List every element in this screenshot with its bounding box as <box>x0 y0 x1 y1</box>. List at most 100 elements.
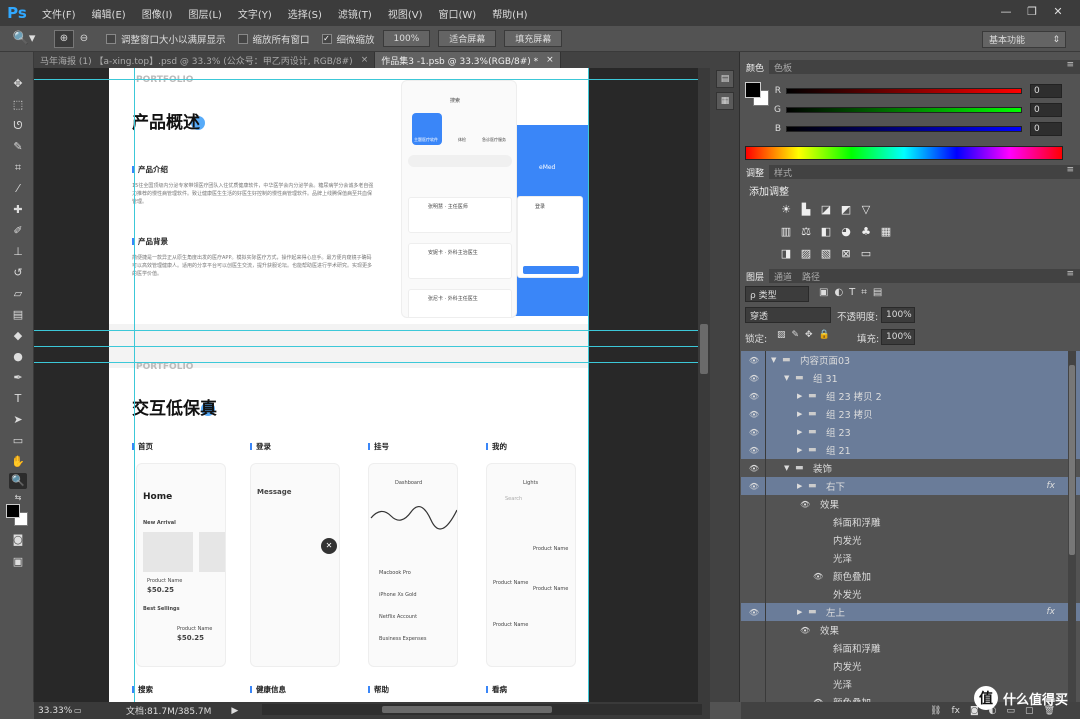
menu-item[interactable]: 滤镜(T) <box>330 6 380 21</box>
zoom-tool-preset-icon[interactable]: 🔍▾ <box>0 31 48 46</box>
gradient-map-icon[interactable]: ▭ <box>859 247 873 261</box>
green-slider[interactable]: G 0 <box>746 101 1076 119</box>
minimize-button[interactable]: — <box>994 0 1018 22</box>
visibility-eye-icon[interactable]: 👁 <box>747 428 761 437</box>
red-slider[interactable]: R 0 <box>746 82 1076 100</box>
close-icon[interactable]: × <box>546 55 554 65</box>
chevron-down-icon[interactable]: ▼ <box>784 464 789 472</box>
restore-button[interactable]: ❐ <box>1020 0 1044 22</box>
color-spectrum[interactable] <box>745 146 1063 160</box>
fill-input[interactable]: 100% <box>881 329 915 345</box>
menu-item[interactable]: 图层(L) <box>180 6 229 21</box>
chevron-right-icon[interactable]: ▶ <box>797 482 802 490</box>
link-layers-icon[interactable]: ⛓ <box>930 706 941 716</box>
type-tool-icon[interactable]: T <box>9 391 27 407</box>
tab-portfolio[interactable]: 作品集3 -1.psb @ 33.3%(RGB/8#) * × <box>375 52 561 68</box>
tab-poster[interactable]: 马年海报 (1) 【a-xing.top】.psd @ 33.3% (公众号：甲… <box>34 52 376 68</box>
pen-tool-icon[interactable]: ✒ <box>9 370 27 386</box>
layer-effect-row[interactable]: 光泽 <box>741 549 1080 567</box>
levels-icon[interactable]: ▙ <box>799 203 813 217</box>
brush-tool-icon[interactable]: ✐ <box>9 223 27 239</box>
fit-screen-button[interactable]: 适合屏幕 <box>438 30 497 47</box>
effect-eye-icon[interactable]: 👁 <box>800 626 810 635</box>
visibility-eye-icon[interactable]: 👁 <box>747 446 761 455</box>
chevron-down-icon[interactable]: ▼ <box>784 374 789 382</box>
filter-type-icons[interactable]: ▣◐T⌗▤ <box>819 287 888 298</box>
opacity-input[interactable]: 100% <box>881 307 915 323</box>
tab-paths[interactable]: 路径 <box>797 269 825 283</box>
invert-icon[interactable]: ◨ <box>779 247 793 261</box>
visibility-eye-icon[interactable]: 👁 <box>747 482 761 491</box>
lasso-tool-icon[interactable]: ᘎ <box>9 118 27 134</box>
layer-row[interactable]: 👁 ▶ ▬ 左上 fx <box>741 603 1080 621</box>
effect-eye-icon[interactable]: 👁 <box>813 572 823 581</box>
layer-effect-row[interactable]: 👁 效果 <box>741 495 1080 513</box>
photo-filter-icon[interactable]: ◕ <box>839 225 853 239</box>
canvas-area[interactable]: PORTFOLIO 产品概述 产品介绍 15往全国顶级内分泌专家带领医疗团队入住… <box>34 68 698 702</box>
menu-item[interactable]: 选择(S) <box>280 6 330 21</box>
panel-menu-icon[interactable]: ≡ <box>1066 269 1074 279</box>
path-select-tool-icon[interactable]: ➤ <box>9 412 27 428</box>
blur-tool-icon[interactable]: ◆ <box>9 328 27 344</box>
screen-mode-icon[interactable]: ▣ <box>9 554 27 570</box>
effect-eye-icon[interactable]: 👁 <box>800 500 810 509</box>
layer-row[interactable]: 👁 ▶ ▬ 组 23 拷贝 <box>741 405 1080 423</box>
menu-item[interactable]: 编辑(E) <box>84 6 134 21</box>
marquee-tool-icon[interactable]: ⬚ <box>9 97 27 113</box>
chevron-right-icon[interactable]: ▶ <box>797 428 802 436</box>
layer-effect-row[interactable]: 👁 效果 <box>741 621 1080 639</box>
green-value[interactable]: 0 <box>1030 103 1062 117</box>
menu-item[interactable]: 文字(Y) <box>230 6 280 21</box>
chevron-right-icon[interactable]: ▶ <box>797 392 802 400</box>
posterize-icon[interactable]: ▨ <box>799 247 813 261</box>
layer-effect-row[interactable]: 内发光 <box>741 531 1080 549</box>
scroll-thumb[interactable] <box>700 324 708 374</box>
exposure-icon[interactable]: ◩ <box>839 203 853 217</box>
zoom-out-icon[interactable]: ⊖ <box>74 30 94 48</box>
layer-effect-row[interactable]: 内发光 <box>741 657 1080 675</box>
eyedropper-tool-icon[interactable]: ⁄ <box>9 181 27 197</box>
zoom-in-icon[interactable]: ⊕ <box>54 29 74 48</box>
workspace-select[interactable]: 基本功能 ⇕ <box>982 31 1066 48</box>
layer-row[interactable]: 👁 ▶ ▬ 右下 fx <box>741 477 1080 495</box>
brightness-icon[interactable]: ☀ <box>779 203 793 217</box>
dodge-tool-icon[interactable]: ● <box>9 349 27 365</box>
blue-value[interactable]: 0 <box>1030 122 1062 136</box>
tab-layers[interactable]: 图层 <box>741 269 770 283</box>
resize-windows-checkbox[interactable]: 调整窗口大小以满屏显示 <box>106 32 226 46</box>
curves-icon[interactable]: ◪ <box>819 203 833 217</box>
fg-color-swatch[interactable] <box>745 82 761 98</box>
document-canvas[interactable]: PORTFOLIO 产品概述 产品介绍 15往全国顶级内分泌专家带领医疗团队入住… <box>109 68 589 702</box>
menu-item[interactable]: 窗口(W) <box>430 6 484 21</box>
layer-row[interactable]: 👁 ▶ ▬ 组 23 <box>741 423 1080 441</box>
layer-filter-select[interactable]: ρ 类型 <box>745 286 809 302</box>
blue-slider[interactable]: B 0 <box>746 120 1076 138</box>
tab-swatches[interactable]: 色板 <box>769 60 797 74</box>
clone-stamp-tool-icon[interactable]: ⊥ <box>9 244 27 260</box>
chevron-right-icon[interactable]: ▶ <box>797 446 802 454</box>
zoom-tool-icon[interactable]: 🔍 <box>9 473 27 489</box>
close-button[interactable]: ✕ <box>1046 0 1070 22</box>
quick-mask-icon[interactable]: ◙ <box>9 532 27 548</box>
history-panel-icon[interactable]: ▤ <box>716 70 734 88</box>
blue-bar[interactable] <box>786 126 1022 132</box>
layer-effect-row[interactable]: 👁 颜色叠加 <box>741 567 1080 585</box>
layer-row[interactable]: 👁 ▶ ▬ 组 23 拷贝 2 <box>741 387 1080 405</box>
gradient-tool-icon[interactable]: ▤ <box>9 307 27 323</box>
menu-item[interactable]: 视图(V) <box>380 6 431 21</box>
blend-mode-select[interactable]: 穿透 <box>745 307 831 323</box>
scroll-thumb[interactable] <box>382 706 552 713</box>
panel-menu-icon[interactable]: ≡ <box>1066 165 1074 175</box>
visibility-eye-icon[interactable]: 👁 <box>747 392 761 401</box>
green-bar[interactable] <box>786 107 1022 113</box>
hue-saturation-icon[interactable]: ▥ <box>779 225 793 239</box>
visibility-eye-icon[interactable]: 👁 <box>747 410 761 419</box>
layers-scrollbar[interactable] <box>1068 351 1076 702</box>
horizontal-scrollbar[interactable] <box>262 704 702 715</box>
zoom-100-button[interactable]: 100% <box>382 30 431 47</box>
color-lookup-icon[interactable]: ▦ <box>879 225 893 239</box>
zoom-all-checkbox[interactable]: 缩放所有窗口 <box>237 32 310 46</box>
black-white-icon[interactable]: ◧ <box>819 225 833 239</box>
visibility-eye-icon[interactable]: 👁 <box>747 374 761 383</box>
vibrance-icon[interactable]: ▽ <box>859 203 873 217</box>
